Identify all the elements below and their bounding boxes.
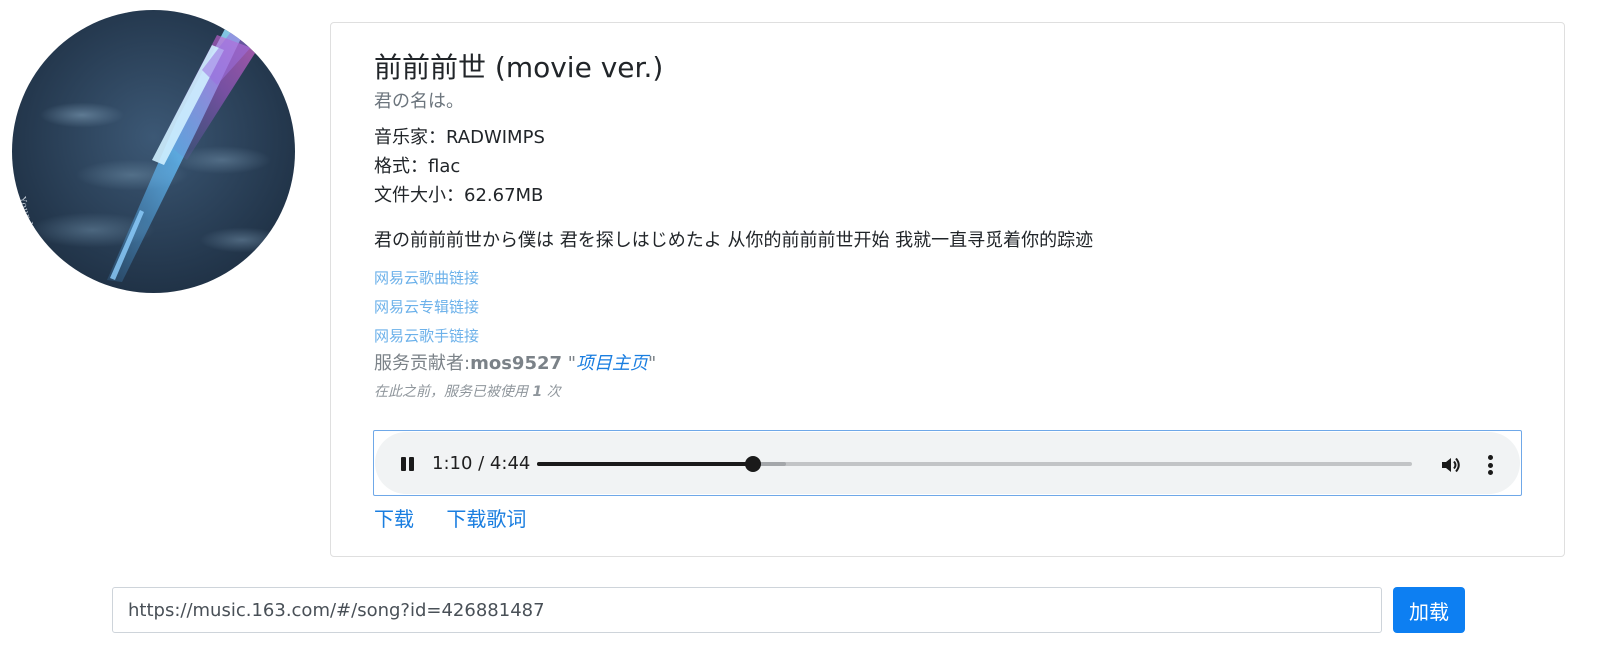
pause-icon[interactable] — [399, 454, 417, 474]
netease-artist-link[interactable]: 网易云歌手链接 — [374, 322, 1521, 351]
download-links: 下载 下载歌词 — [374, 505, 552, 533]
quote-open: " — [562, 353, 577, 374]
song-card: 前前前世 (movie ver.) 君の名は。 音乐家：RADWIMPS 格式：… — [330, 22, 1565, 557]
usage-count-line: 在此之前，服务已被使用 1 次 — [374, 379, 1521, 405]
lyric-excerpt: 君の前前前世から僕は 君を探しはじめたよ 从你的前前前世开始 我就一直寻觅着你的… — [374, 230, 1094, 251]
seek-thumb[interactable] — [744, 456, 761, 472]
format-line: 格式：flac — [374, 156, 461, 177]
project-home-link[interactable]: 项目主页 — [576, 353, 648, 374]
more-vertical-icon[interactable] — [1480, 453, 1500, 477]
usage-count: 1 — [532, 384, 543, 400]
load-button[interactable]: 加载 — [1393, 587, 1465, 633]
comet-artwork — [107, 20, 262, 282]
usage-suffix: 次 — [542, 384, 561, 400]
song-meta: 音乐家：RADWIMPS 格式：flac 文件大小：62.67MB — [374, 123, 1521, 210]
album-cover: Your N — [12, 10, 295, 293]
file-size-line: 文件大小：62.67MB — [374, 185, 544, 206]
audio-player: 1:10 / 4:44 — [373, 430, 1522, 496]
album-name: 君の名は。 — [374, 91, 464, 112]
seek-progress — [537, 462, 753, 466]
netease-album-link[interactable]: 网易云专辑链接 — [374, 293, 1521, 322]
contributor-prefix: 服务贡献者: — [374, 353, 471, 374]
netease-song-link[interactable]: 网易云歌曲链接 — [374, 264, 1521, 293]
usage-prefix: 在此之前，服务已被使用 — [374, 384, 533, 400]
volume-icon[interactable] — [1439, 453, 1463, 477]
download-link[interactable]: 下载 — [374, 507, 414, 531]
contributor-name: mos9527 — [470, 353, 563, 374]
audio-player-controls: 1:10 / 4:44 — [375, 432, 1520, 494]
seek-bar[interactable] — [537, 456, 1412, 472]
netease-links: 网易云歌曲链接 网易云专辑链接 网易云歌手链接 — [374, 264, 1521, 351]
song-title: 前前前世 (movie ver.) — [374, 51, 664, 84]
song-card-body: 前前前世 (movie ver.) 君の名は。 音乐家：RADWIMPS 格式：… — [374, 49, 1521, 405]
download-lyrics-link[interactable]: 下载歌词 — [446, 507, 526, 531]
song-url-input[interactable] — [112, 587, 1382, 633]
playback-time: 1:10 / 4:44 — [432, 453, 531, 474]
artist-line: 音乐家：RADWIMPS — [374, 127, 545, 148]
page: Your N 前前前世 (movie ver.) 君の名は。 音乐家：RADWI… — [0, 0, 1610, 670]
contributor-line: 服务贡献者:mos9527 "项目主页" — [374, 351, 1521, 377]
quote-close: " — [648, 353, 657, 374]
